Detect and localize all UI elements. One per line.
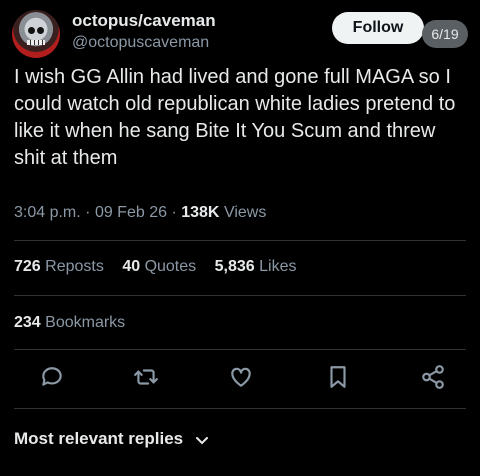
avatar-teeth <box>27 40 45 45</box>
reposts-stat[interactable]: 726 Reposts <box>14 258 104 275</box>
page-indicator: 6/19 <box>422 20 468 48</box>
meta-separator: · <box>85 204 91 221</box>
tweet-meta: 3:04 p.m. · 09 Feb 26 · 138K Views <box>14 204 266 222</box>
bookmark-icon[interactable] <box>325 364 351 390</box>
tweet-date[interactable]: 09 Feb 26 <box>95 204 167 221</box>
meta-separator: · <box>171 204 177 221</box>
reply-icon[interactable] <box>39 364 65 390</box>
avatar-eye-left <box>28 27 35 34</box>
replies-sort-label: Most relevant replies <box>14 429 184 448</box>
share-icon[interactable] <box>420 364 446 390</box>
likes-stat[interactable]: 5,836 Likes <box>215 258 297 275</box>
chevron-down-icon <box>195 430 208 450</box>
bookmarks-count: 234 <box>14 314 41 331</box>
repost-icon[interactable] <box>133 364 159 390</box>
reposts-label: Reposts <box>45 258 104 275</box>
divider <box>14 295 466 296</box>
quotes-count: 40 <box>122 258 141 275</box>
tweet-text: I wish GG Allin had lived and gone full … <box>14 66 456 169</box>
divider <box>14 240 466 241</box>
tweet-time[interactable]: 3:04 p.m. <box>14 204 81 221</box>
avatar[interactable] <box>12 10 60 58</box>
bookmarks-stat[interactable]: 234 Bookmarks <box>14 314 125 332</box>
views-label: Views <box>223 204 267 221</box>
author-display-name[interactable]: octopus/caveman <box>72 10 216 32</box>
author-handle[interactable]: @octopuscaveman <box>72 32 216 54</box>
bookmarks-label: Bookmarks <box>45 314 126 331</box>
engagement-stats: 726 Reposts 40 Quotes 5,836 Likes <box>14 258 310 276</box>
author-names[interactable]: octopus/caveman @octopuscaveman <box>72 10 216 54</box>
quotes-label: Quotes <box>144 258 197 275</box>
divider <box>14 349 466 350</box>
views-count: 138K <box>181 204 220 221</box>
follow-button[interactable]: Follow <box>332 12 424 44</box>
quotes-stat[interactable]: 40 Quotes <box>122 258 196 275</box>
avatar-eye-right <box>37 27 44 34</box>
tweet-header: octopus/caveman @octopuscaveman Follow 6… <box>12 8 468 58</box>
replies-sort-dropdown[interactable]: Most relevant replies <box>14 429 208 450</box>
likes-label: Likes <box>259 258 297 275</box>
reposts-count: 726 <box>14 258 41 275</box>
divider <box>14 408 466 409</box>
likes-count: 5,836 <box>214 258 255 275</box>
action-bar <box>0 364 480 396</box>
like-icon[interactable] <box>228 364 254 390</box>
